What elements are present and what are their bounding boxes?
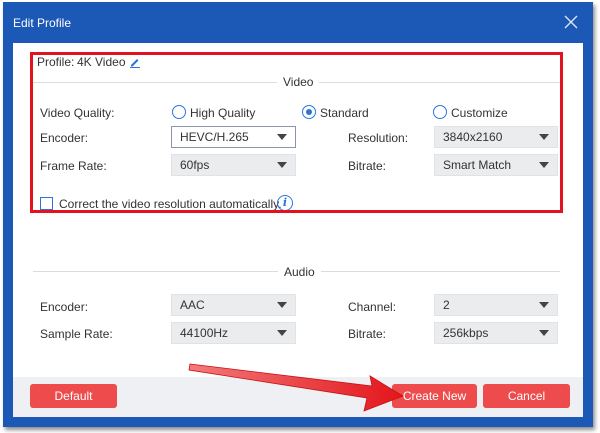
chevron-down-icon bbox=[277, 302, 287, 308]
audio-encoder-select[interactable]: AAC bbox=[171, 294, 296, 316]
chevron-down-icon bbox=[539, 302, 549, 308]
close-icon[interactable] bbox=[563, 14, 579, 30]
sample-rate-select[interactable]: 44100Hz bbox=[171, 322, 296, 344]
window-title: Edit Profile bbox=[13, 16, 72, 30]
title-bar: Edit Profile bbox=[3, 2, 593, 42]
audio-bitrate-label: Bitrate: bbox=[348, 327, 387, 341]
channel-label: Channel: bbox=[348, 300, 397, 314]
default-button[interactable]: Default bbox=[30, 384, 117, 408]
highlight-box bbox=[30, 52, 563, 213]
audio-section-title: Audio bbox=[278, 265, 321, 279]
chevron-down-icon bbox=[277, 330, 287, 336]
sample-rate-label: Sample Rate: bbox=[40, 327, 113, 341]
create-new-button[interactable]: Create New bbox=[392, 384, 477, 408]
audio-encoder-label: Encoder: bbox=[40, 300, 89, 314]
channel-select[interactable]: 2 bbox=[434, 294, 558, 316]
audio-bitrate-value: 256kbps bbox=[443, 326, 489, 340]
channel-value: 2 bbox=[443, 298, 450, 312]
cancel-button[interactable]: Cancel bbox=[483, 384, 570, 408]
chevron-down-icon bbox=[539, 330, 549, 336]
sample-rate-value: 44100Hz bbox=[180, 326, 229, 340]
audio-bitrate-select[interactable]: 256kbps bbox=[434, 322, 558, 344]
audio-encoder-value: AAC bbox=[180, 298, 205, 312]
